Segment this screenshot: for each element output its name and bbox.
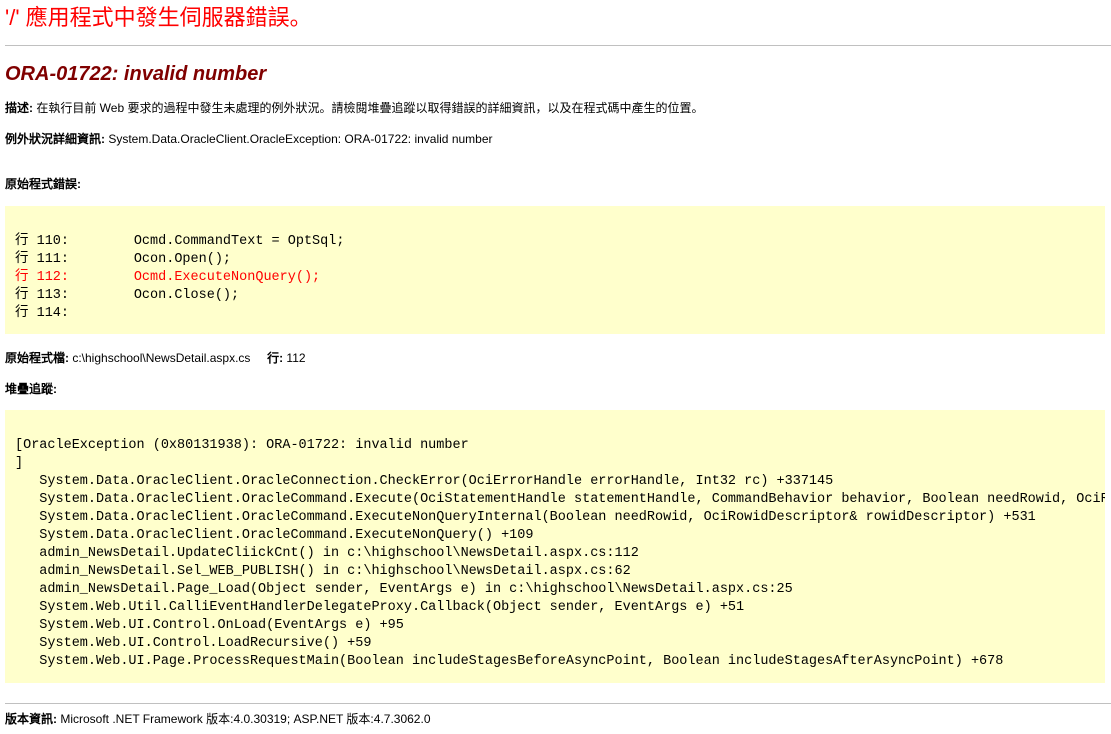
stack-trace-label: 堆疊追蹤: (5, 382, 57, 396)
exception-details-label: 例外狀況詳細資訊: (5, 132, 105, 146)
stack-trace-line: System.Data.OracleClient.OracleConnectio… (15, 474, 834, 489)
stack-trace-line: admin_NewsDetail.Sel_WEB_PUBLISH() in c:… (15, 564, 631, 579)
source-line-label: 行: (267, 351, 284, 365)
source-line: 行 111: Ocon.Open(); (15, 252, 232, 267)
stack-trace-line: System.Web.Util.CalliEventHandlerDelegat… (15, 600, 745, 615)
page-title: '/' 應用程式中發生伺服器錯誤。 (5, 3, 312, 33)
stack-trace-line: System.Data.OracleClient.OracleCommand.E… (15, 510, 1036, 525)
stack-trace-line: System.Data.OracleClient.OracleCommand.E… (39, 492, 1105, 507)
stack-trace-line: System.Web.UI.Page.ProcessRequestMain(Bo… (15, 654, 1004, 669)
source-line: 行 113: Ocon.Close(); (15, 288, 240, 303)
source-file-row: 原始程式檔: c:\highschool\NewsDetail.aspx.cs … (5, 350, 306, 366)
version-label: 版本資訊: (5, 712, 57, 726)
stack-trace-line: System.Data.OracleClient.OracleCommand.E… (15, 528, 534, 543)
source-error-label: 原始程式錯誤: (5, 177, 81, 191)
source-error-heading: 原始程式錯誤: (5, 176, 81, 192)
exception-details-text: System.Data.OracleClient.OracleException… (105, 132, 493, 146)
page-title-text: 應用程式中發生伺服器錯誤。 (19, 5, 312, 30)
stack-trace-heading: 堆疊追蹤: (5, 381, 57, 397)
source-error-code-box: 行 110: Ocmd.CommandText = OptSql; 行 111: … (5, 206, 1105, 334)
stack-trace-line: admin_NewsDetail.Page_Load(Object sender… (15, 582, 793, 597)
source-line-number: 112 (283, 351, 306, 365)
exception-details-row: 例外狀況詳細資訊: System.Data.OracleClient.Oracl… (5, 131, 493, 147)
stack-trace-line: [OracleException (0x80131938): ORA-01722… (15, 438, 469, 453)
source-line: 行 110: Ocmd.CommandText = OptSql; (15, 234, 345, 249)
app-path: '/' (5, 5, 20, 30)
stack-trace-code-box: [OracleException (0x80131938): ORA-01722… (5, 410, 1105, 683)
error-message-heading: ORA-01722: invalid number (5, 63, 267, 85)
stack-trace-line: ] (15, 456, 24, 471)
top-divider (5, 45, 1111, 46)
description-row: 描述: 在執行目前 Web 要求的過程中發生未處理的例外狀況。請檢閱堆疊追蹤以取… (5, 100, 703, 116)
stack-trace-line: System.Web.UI.Control.LoadRecursive() +5… (15, 636, 372, 651)
version-text: Microsoft .NET Framework 版本:4.0.30319; A… (57, 712, 431, 726)
source-file-label: 原始程式檔: (5, 351, 69, 365)
stack-trace-line: admin_NewsDetail.UpdateCliickCnt() in c:… (15, 546, 639, 561)
source-line: 行 114: (15, 306, 70, 321)
version-info-row: 版本資訊: Microsoft .NET Framework 版本:4.0.30… (5, 711, 431, 727)
description-label: 描述: (5, 101, 33, 115)
stack-trace-line: System.Web.UI.Control.OnLoad(EventArgs e… (15, 618, 404, 633)
source-error-line-highlighted: 行 112: Ocmd.ExecuteNonQuery(); (15, 270, 321, 285)
source-file-path: c:\highschool\NewsDetail.aspx.cs (69, 351, 251, 365)
bottom-divider (5, 703, 1111, 704)
description-text: 在執行目前 Web 要求的過程中發生未處理的例外狀況。請檢閱堆疊追蹤以取得錯誤的… (33, 101, 704, 115)
